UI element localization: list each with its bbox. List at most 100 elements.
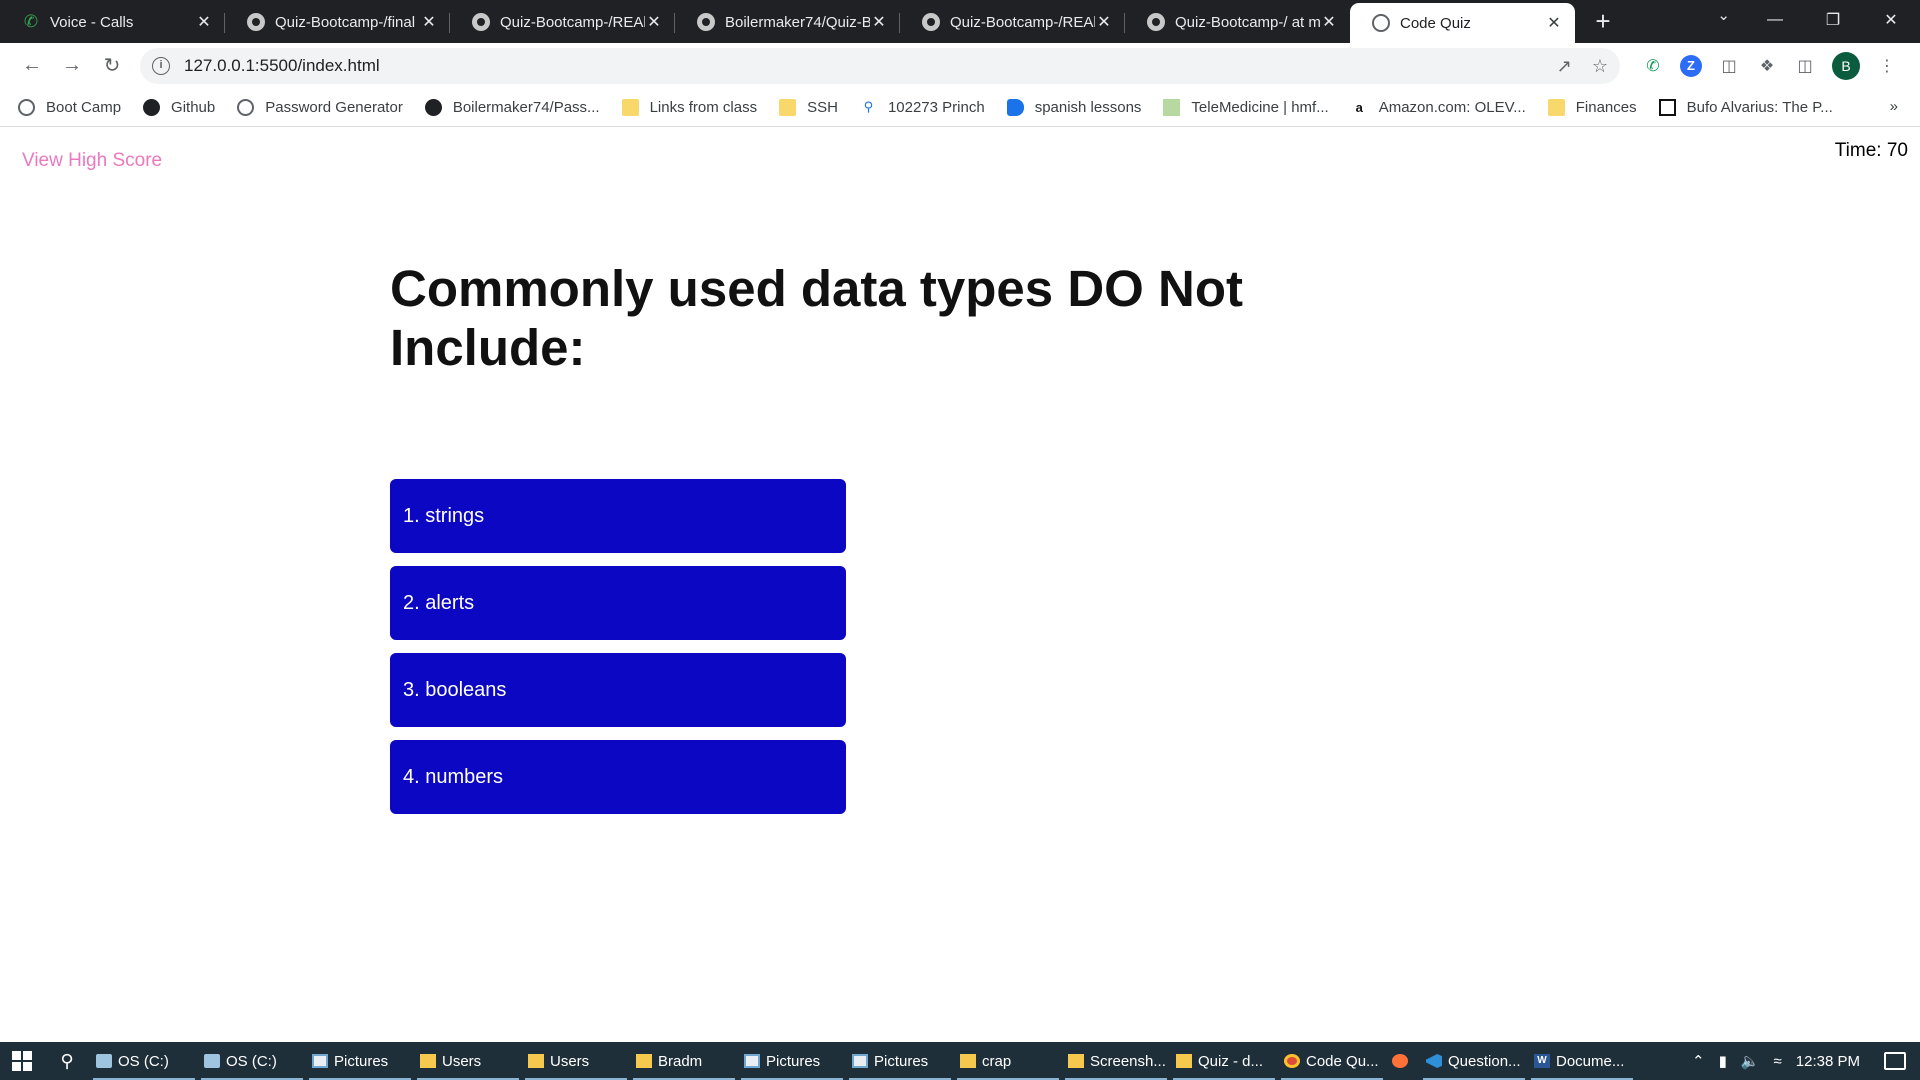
taskbar-label: Screensh... — [1090, 1052, 1166, 1070]
z-extension-icon[interactable]: Z — [1680, 54, 1702, 77]
close-icon[interactable]: ✕ — [870, 12, 888, 32]
back-button[interactable]: ← — [12, 48, 52, 84]
pictures-icon — [852, 1054, 868, 1068]
bookmark-spanish-lessons[interactable]: spanish lessons — [1006, 98, 1141, 116]
address-bar[interactable]: i 127.0.0.1:5500/index.html ↗ ☆ — [140, 47, 1620, 84]
close-icon[interactable]: ✕ — [645, 12, 663, 32]
taskbar-item-users-2[interactable]: Users — [522, 1042, 630, 1080]
close-icon[interactable]: ✕ — [1320, 12, 1338, 32]
taskbar-item-users[interactable]: Users — [414, 1042, 522, 1080]
drive-icon — [96, 1054, 112, 1068]
forward-button[interactable]: → — [52, 48, 92, 84]
answer-button-2[interactable]: 2. alerts — [390, 566, 846, 640]
taskbar-item-pictures[interactable]: Pictures — [306, 1042, 414, 1080]
bookmark-ssh[interactable]: SSH — [779, 98, 838, 116]
view-high-score-link[interactable]: View High Score — [22, 150, 162, 172]
bookmark-app-icon — [1006, 98, 1024, 116]
reload-button[interactable]: ↻ — [92, 48, 132, 84]
answer-button-4[interactable]: 4. numbers — [390, 740, 846, 814]
close-icon[interactable]: ✕ — [195, 12, 213, 32]
close-icon[interactable]: ✕ — [420, 12, 438, 32]
timer: Time: 70 — [1834, 140, 1908, 161]
tab-quiz-bootcamp-final[interactable]: Quiz-Bootcamp-/final ✕ — [225, 4, 450, 40]
taskbar-item-crap[interactable]: crap — [954, 1042, 1062, 1080]
github-icon — [247, 13, 265, 31]
tab-quiz-bootcamp-main[interactable]: Quiz-Bootcamp-/ at m ✕ — [1125, 4, 1350, 40]
bookmark-label: Links from class — [649, 98, 758, 116]
bookmark-label: Boot Camp — [46, 98, 122, 116]
close-icon[interactable]: ✕ — [1545, 13, 1563, 33]
start-button[interactable] — [0, 1042, 44, 1080]
bookmark-label: TeleMedicine | hmf... — [1191, 98, 1329, 116]
bookmark-bufo-alvarius[interactable]: Bufo Alvarius: The P... — [1658, 98, 1833, 116]
volume-icon[interactable]: 🔈 — [1741, 1052, 1760, 1070]
taskbar-item-pictures-2[interactable]: Pictures — [738, 1042, 846, 1080]
taskbar-item-firefox[interactable] — [1386, 1042, 1420, 1080]
taskbar-label: Users — [442, 1052, 482, 1070]
side-panel-icon[interactable]: ◫ — [1794, 55, 1816, 77]
bookmark-boilermaker-pass[interactable]: Boilermaker74/Pass... — [424, 98, 600, 116]
taskbar-item-pictures-3[interactable]: Pictures — [846, 1042, 954, 1080]
kebab-menu-icon[interactable]: ⋮ — [1876, 55, 1898, 77]
taskbar-label: Quiz - d... — [1198, 1052, 1264, 1070]
restore-button[interactable]: ❐ — [1804, 10, 1862, 30]
site-info-icon[interactable]: i — [152, 56, 170, 75]
clipboard-extension-icon[interactable]: ◫ — [1718, 55, 1740, 77]
github-icon — [424, 98, 442, 116]
clock[interactable]: 12:38 PM — [1796, 1053, 1860, 1070]
tab-title: Quiz-Bootcamp-/REAl — [500, 13, 645, 31]
taskbar-item-word[interactable]: W Docume... — [1528, 1042, 1636, 1080]
answer-button-1[interactable]: 1. strings — [390, 479, 846, 553]
bookmark-amazon[interactable]: a Amazon.com: OLEV... — [1351, 99, 1526, 116]
windows-taskbar: ⚲ OS (C:) OS (C:) Pictures Users Users B… — [0, 1042, 1920, 1080]
taskbar-item-vscode[interactable]: Question... — [1420, 1042, 1528, 1080]
chevron-up-icon[interactable]: ⌃ — [1692, 1052, 1705, 1070]
tab-boilermaker-quiz[interactable]: Boilermaker74/Quiz-B ✕ — [675, 4, 900, 40]
taskbar-label: Question... — [1448, 1052, 1521, 1070]
tab-quiz-bootcamp-real-2[interactable]: Quiz-Bootcamp-/REAl ✕ — [900, 4, 1125, 40]
bookmark-princh[interactable]: ⚲ 102273 Princh — [860, 99, 985, 116]
battery-icon[interactable]: ▮ — [1719, 1052, 1727, 1070]
tab-code-quiz[interactable]: Code Quiz ✕ — [1350, 3, 1575, 43]
browser-toolbar: ← → ↻ i 127.0.0.1:5500/index.html ↗ ☆ ✆ … — [0, 43, 1920, 88]
vscode-icon — [1426, 1054, 1442, 1068]
wifi-icon[interactable]: ≈ — [1774, 1053, 1782, 1070]
search-icon[interactable]: ⚲ — [44, 1051, 90, 1072]
bookmark-label: Boilermaker74/Pass... — [452, 98, 600, 116]
taskbar-label: OS (C:) — [118, 1052, 169, 1070]
taskbar-item-screenshots[interactable]: Screensh... — [1062, 1042, 1170, 1080]
taskbar-item-bradm[interactable]: Bradm — [630, 1042, 738, 1080]
more-bookmarks-icon[interactable]: » — [1890, 98, 1898, 115]
phone-icon: ✆ — [23, 12, 39, 31]
close-icon[interactable]: ✕ — [1095, 12, 1113, 32]
answer-button-3[interactable]: 3. booleans — [390, 653, 846, 727]
globe-icon — [1372, 14, 1390, 32]
taskbar-item-os-c-2[interactable]: OS (C:) — [198, 1042, 306, 1080]
new-tab-button[interactable]: + — [1583, 6, 1623, 37]
bookmark-links-from-class[interactable]: Links from class — [621, 98, 758, 116]
minimize-button[interactable]: — — [1746, 11, 1804, 29]
notification-icon[interactable] — [1884, 1052, 1906, 1070]
tab-quiz-bootcamp-real[interactable]: Quiz-Bootcamp-/REAl ✕ — [450, 4, 675, 40]
tab-search-chevron-icon[interactable]: ⌄ — [1717, 6, 1730, 24]
bookmark-password-generator[interactable]: Password Generator — [237, 98, 403, 116]
bookmark-telemedicine[interactable]: TeleMedicine | hmf... — [1163, 98, 1329, 116]
taskbar-item-chrome-code-quiz[interactable]: Code Qu... — [1278, 1042, 1386, 1080]
share-icon[interactable]: ↗ — [1557, 56, 1572, 77]
bookmark-github[interactable]: Github — [143, 98, 215, 116]
bookmark-finances[interactable]: Finances — [1547, 98, 1637, 116]
github-icon — [143, 98, 161, 116]
bookmark-boot-camp[interactable]: Boot Camp — [18, 98, 122, 116]
bookmark-label: Amazon.com: OLEV... — [1378, 98, 1526, 116]
close-window-button[interactable]: ✕ — [1862, 10, 1920, 30]
tab-voice-calls[interactable]: ✆ Voice - Calls ✕ — [0, 4, 225, 40]
chrome-icon — [1284, 1054, 1300, 1068]
bookmark-star-icon[interactable]: ☆ — [1592, 56, 1608, 77]
bookmarks-bar: Boot Camp Github Password Generator Boil… — [0, 88, 1920, 127]
puzzle-extensions-icon[interactable]: ❖ — [1756, 55, 1778, 77]
taskbar-item-os-c[interactable]: OS (C:) — [90, 1042, 198, 1080]
taskbar-item-quiz[interactable]: Quiz - d... — [1170, 1042, 1278, 1080]
phone-extension-icon[interactable]: ✆ — [1642, 55, 1664, 77]
profile-avatar[interactable]: B — [1832, 51, 1860, 80]
url-text[interactable]: 127.0.0.1:5500/index.html — [184, 56, 380, 76]
